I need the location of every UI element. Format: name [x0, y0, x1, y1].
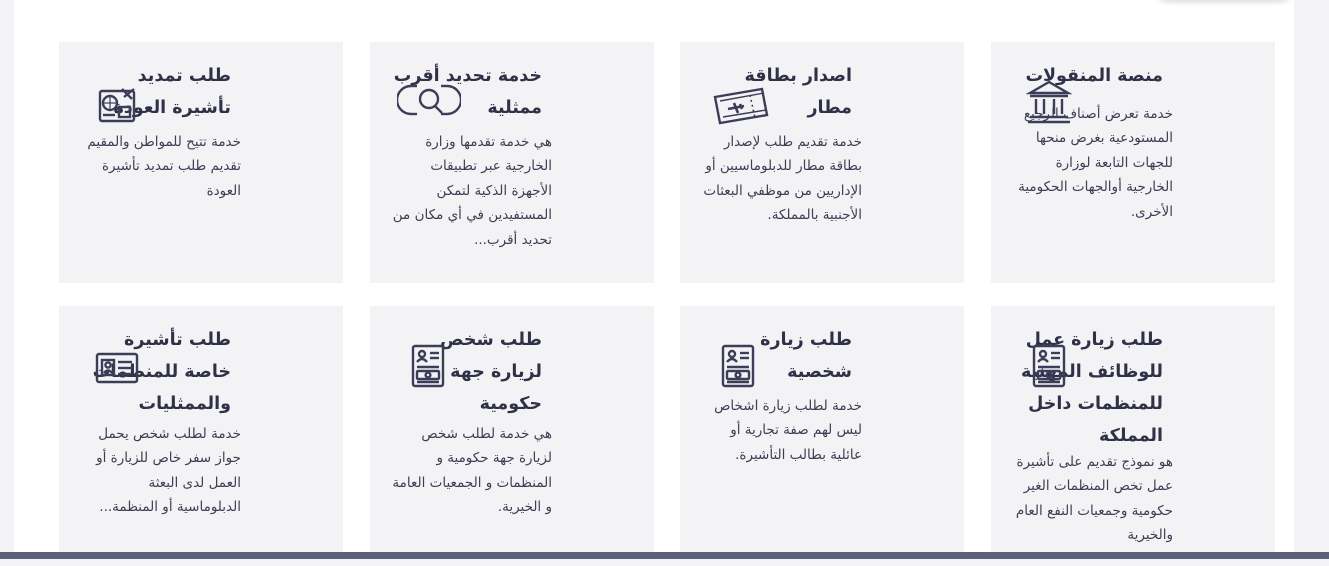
- service-card-airport-card[interactable]: اصدار بطاقة مطار خدمة تقديم طلب لإصدار ب…: [680, 42, 964, 283]
- service-card-reentry-visa-extension[interactable]: طلب تمديد تأشيرة العودة خدمة تتيح للمواط…: [59, 42, 343, 283]
- service-card-nearest-mission[interactable]: خدمة تحديد أقرب ممثلية هي خدمة تقدمها وز…: [370, 42, 654, 283]
- card-description: هو نموذج تقديم على تأشيرة عمل تخص المنظم…: [1015, 454, 1173, 544]
- id-document-icon: [400, 338, 456, 394]
- service-card-work-visit-organizations[interactable]: طلب زيارة عمل للوظائف المهنية للمنظمات د…: [991, 306, 1275, 566]
- bottom-bar: [0, 552, 1329, 559]
- service-card-special-visa-organizations[interactable]: طلب تأشيرة خاصة للمنظمات والممثليات خدمة…: [59, 306, 343, 566]
- card-description: خدمة تتيح للمواطن والمقيم تقديم طلب تمدي…: [87, 134, 241, 199]
- service-card-transfers-platform[interactable]: منصة المنقولات خدمة تعرض أصناف الرجيع ال…: [991, 42, 1275, 283]
- card-description: خدمة لطلب زيارة اشخاص ليس لهم صفة تجارية…: [714, 398, 862, 463]
- services-section: منصة المنقولات خدمة تعرض أصناف الرجيع ال…: [14, 0, 1294, 566]
- card-description: خدمة تقديم طلب لإصدار بطاقة مطار للدبلوم…: [703, 134, 862, 224]
- location-search-icon: [396, 72, 462, 128]
- card-description: هي خدمة لطلب شخص لزيارة جهة حكومية و الم…: [392, 426, 552, 516]
- id-document-icon: [710, 338, 766, 394]
- building-columns-icon: [1021, 74, 1077, 130]
- service-card-government-entity-visit[interactable]: طلب شخص لزيارة جهة حكومية هي خدمة لطلب ش…: [370, 306, 654, 566]
- airport-ticket-icon: [710, 78, 772, 134]
- card-description: هي خدمة تقدمها وزارة الخارجية عبر تطبيقا…: [392, 134, 552, 248]
- id-document-icon: [1021, 338, 1077, 394]
- service-card-personal-visit[interactable]: طلب زيارة شخصية خدمة لطلب زيارة اشخاص لي…: [680, 306, 964, 566]
- passport-travel-icon: [89, 76, 145, 132]
- card-description: خدمة لطلب شخص يحمل جواز سفر خاص للزيارة …: [96, 426, 241, 516]
- id-card-icon: [89, 340, 145, 396]
